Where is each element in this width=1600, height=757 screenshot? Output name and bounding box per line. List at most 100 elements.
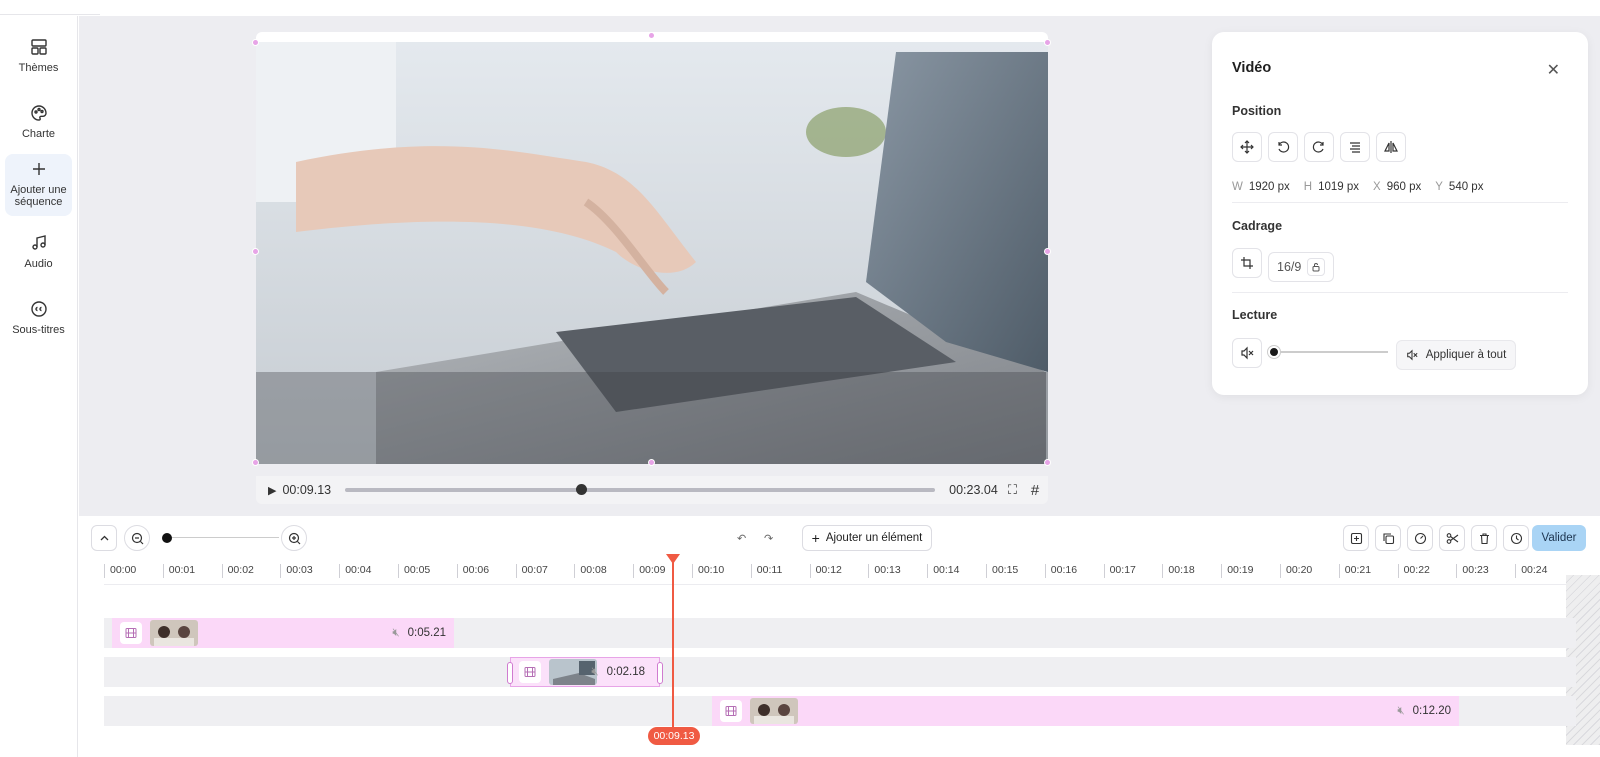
align-button[interactable]	[1340, 132, 1370, 162]
rotate-left-button[interactable]	[1268, 132, 1298, 162]
play-icon[interactable]: ▶	[268, 484, 276, 497]
x-label: X	[1373, 181, 1381, 193]
validate-button[interactable]: Valider	[1532, 525, 1586, 551]
video-preview[interactable]	[256, 42, 1048, 464]
ruler-tick: 00:19	[1221, 564, 1253, 578]
ruler-tick: 00:17	[1103, 564, 1136, 578]
panel-title: Vidéo	[1232, 60, 1272, 76]
speaker-muted-icon[interactable]: 🔇︎	[1397, 705, 1404, 718]
zoom-in-button[interactable]	[281, 525, 307, 551]
volume-slider[interactable]	[1268, 346, 1388, 358]
flip-button[interactable]	[1376, 132, 1406, 162]
x-value[interactable]: 960 px	[1387, 181, 1422, 193]
aspect-ratio-select[interactable]: 16/9	[1268, 252, 1334, 282]
resize-handle[interactable]	[252, 248, 259, 255]
cut-button[interactable]	[1439, 525, 1465, 551]
progress-knob[interactable]	[576, 484, 588, 495]
resize-handle[interactable]	[648, 32, 655, 39]
crop-title: Cadrage	[1232, 219, 1283, 233]
ruler-tick: 00:21	[1338, 564, 1371, 578]
ruler-tick: 00:01	[162, 564, 195, 578]
history-button[interactable]	[1503, 525, 1529, 551]
plus-icon	[32, 163, 45, 175]
speaker-muted-icon[interactable]: 🔇︎	[591, 666, 598, 679]
resize-handle[interactable]	[648, 459, 655, 466]
zoom-knob[interactable]	[162, 533, 172, 543]
clip-thumbnail	[549, 659, 597, 685]
grid-icon[interactable]: #	[1031, 482, 1039, 499]
clip-1[interactable]: 🔇︎ 0:05.21	[112, 618, 454, 648]
progress-bar[interactable]	[345, 484, 936, 495]
trim-handle-left[interactable]	[507, 662, 513, 684]
clip-3[interactable]: 🔇︎ 0:12.20	[712, 696, 1459, 726]
sidebar-item-label: Charte	[21, 128, 56, 140]
ruler-tick: 00:06	[456, 564, 489, 578]
resize-handle[interactable]	[252, 459, 259, 466]
collapse-button[interactable]	[91, 525, 117, 551]
add-element-button[interactable]: + Ajouter un élément	[802, 525, 932, 551]
ruler-tick: 00:23	[1456, 564, 1489, 578]
speaker-muted-icon[interactable]: 🔇︎	[392, 627, 399, 640]
video-properties-panel: Vidéo ✕ Position W 1920 px H 1019 px X 9…	[1212, 32, 1588, 395]
width-value[interactable]: 1920 px	[1249, 181, 1290, 193]
flip-icon	[1384, 141, 1398, 153]
resize-handle[interactable]	[252, 39, 259, 46]
clip-duration-text: 0:02.18	[606, 666, 645, 678]
sidebar-item-audio[interactable]: Audio	[5, 230, 72, 270]
zoom-out-button[interactable]	[124, 525, 150, 551]
player-controls: ▶ 00:09.13 00:23.04 ⛶ #	[256, 476, 1048, 504]
speaker-muted-icon	[1406, 349, 1418, 361]
ruler-tick: 00:08	[574, 564, 607, 578]
volume-knob[interactable]	[1268, 346, 1280, 358]
ruler-tick: 00:05	[398, 564, 430, 578]
zoom-slider[interactable]	[169, 537, 279, 538]
add-element-label: Ajouter un élément	[825, 532, 923, 544]
divider	[1232, 202, 1568, 203]
close-icon[interactable]: ✕	[1547, 60, 1560, 80]
ruler-tick: 00:03	[280, 564, 313, 578]
sidebar-item-themes[interactable]: Thèmes	[5, 34, 72, 74]
effects-button[interactable]	[1407, 525, 1433, 551]
current-time: 00:09.13	[282, 483, 332, 497]
time-ruler[interactable]: 00:00 00:01 00:02 00:03 00:04 00:05 00:06 00:07…	[104, 560, 1600, 584]
clip-duration-text: 0:05.21	[407, 627, 446, 639]
ruler-tick: 00:09	[633, 564, 665, 578]
y-label: Y	[1435, 181, 1443, 193]
apply-all-button[interactable]: Appliquer à tout	[1396, 340, 1516, 370]
trim-handle-right[interactable]	[657, 662, 663, 684]
top-divider	[0, 14, 100, 15]
ruler-tick: 00:10	[692, 564, 724, 578]
clip-2-selected[interactable]: 🔇︎ 0:02.18	[507, 657, 663, 687]
zoom-in-icon	[288, 532, 300, 544]
crop-button[interactable]	[1232, 248, 1262, 278]
duplicate-button[interactable]	[1375, 525, 1401, 551]
y-value[interactable]: 540 px	[1449, 181, 1484, 193]
copy-icon	[1382, 532, 1394, 544]
ruler-tick: 00:04	[339, 564, 371, 578]
undo-icon[interactable]: ↶	[737, 532, 746, 545]
height-value[interactable]: 1019 px	[1318, 181, 1359, 193]
sidebar-item-add-sequence[interactable]: Ajouter une séquence	[5, 154, 72, 216]
rotate-right-button[interactable]	[1304, 132, 1334, 162]
resize-handle[interactable]	[1044, 39, 1051, 46]
split-clip-button[interactable]	[1343, 525, 1369, 551]
insert-icon	[1350, 532, 1362, 544]
lock-icon[interactable]	[1307, 258, 1326, 276]
track-1[interactable]: 🔇︎ 0:05.21	[104, 618, 1576, 648]
resize-handle[interactable]	[1044, 248, 1051, 255]
fullscreen-icon[interactable]: ⛶	[1008, 482, 1017, 498]
delete-button[interactable]	[1471, 525, 1497, 551]
move-button[interactable]	[1232, 132, 1262, 162]
clip-duration: 🔇︎ 0:02.18	[591, 666, 645, 679]
playhead-handle[interactable]	[666, 554, 680, 564]
clip-duration-text: 0:12.20	[1412, 705, 1451, 717]
sidebar-item-subtitles[interactable]: Sous-titres	[5, 296, 72, 336]
resize-handle[interactable]	[1044, 459, 1051, 466]
mute-button[interactable]	[1232, 338, 1262, 368]
track-2[interactable]: 🔇︎ 0:02.18	[104, 657, 1576, 687]
ruler-divider	[104, 584, 1600, 585]
sidebar-item-charte[interactable]: Charte	[5, 100, 72, 140]
redo-icon[interactable]: ↷	[764, 532, 773, 545]
track-3[interactable]: 🔇︎ 0:12.20	[104, 696, 1576, 726]
playhead[interactable]	[672, 556, 674, 744]
